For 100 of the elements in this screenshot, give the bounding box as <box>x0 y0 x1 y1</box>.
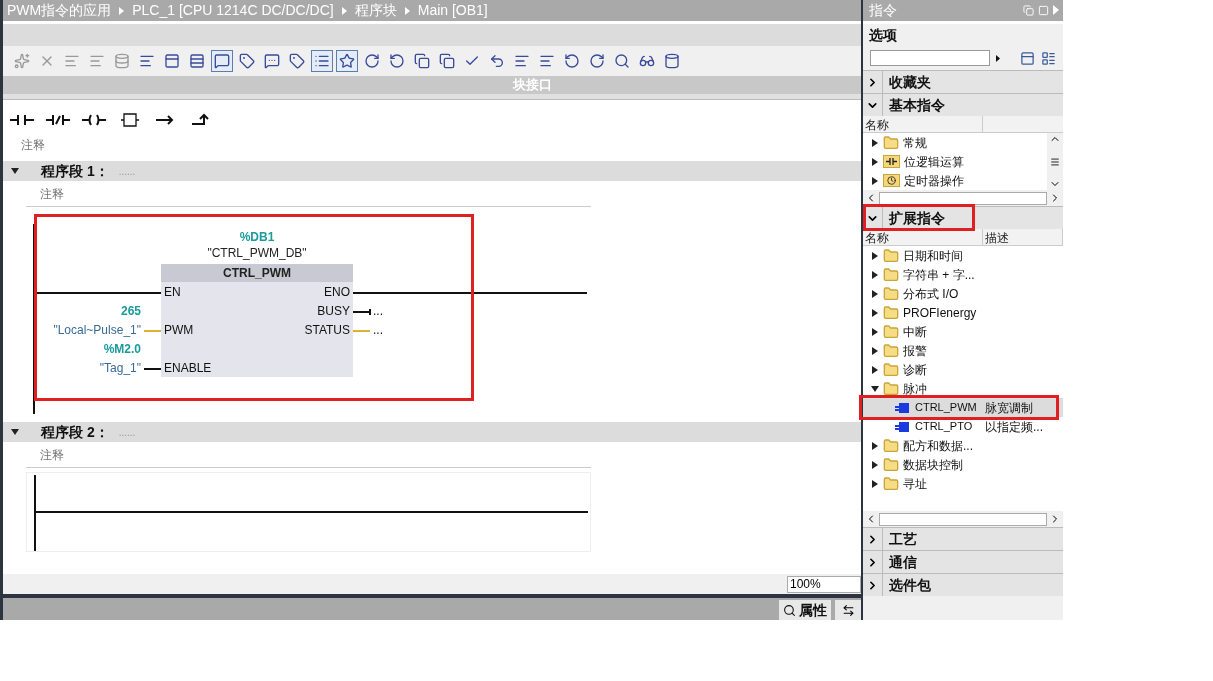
separator-arrow-icon <box>341 6 347 15</box>
horizontal-scrollbar[interactable] <box>863 511 1063 527</box>
expand-icon[interactable] <box>871 251 879 260</box>
list-icon <box>314 53 330 69</box>
wire <box>353 310 370 313</box>
section-header[interactable]: 扩展指令 <box>863 206 1063 229</box>
tree-item[interactable]: 报警 <box>863 341 1063 360</box>
expand-icon[interactable] <box>871 346 879 355</box>
comment-icon <box>264 53 280 69</box>
collapse-icon[interactable] <box>11 428 19 436</box>
expand-icon[interactable] <box>871 365 879 374</box>
list-view-icon[interactable] <box>1041 50 1056 66</box>
item-name: 配方和数据... <box>903 437 973 455</box>
tree-item[interactable]: 脉冲 <box>863 379 1063 398</box>
info-tab[interactable] <box>835 600 861 620</box>
separator-arrow-icon <box>404 6 410 15</box>
section-header[interactable]: 工艺 <box>863 527 1063 550</box>
contact-folder-icon <box>883 155 900 168</box>
section-header[interactable]: 通信 <box>863 550 1063 573</box>
network-title: 程序段 1： <box>41 161 109 181</box>
expand-icon[interactable] <box>871 270 879 279</box>
network-header[interactable]: 程序段 1： ...... <box>3 161 861 181</box>
rotate-icon <box>389 53 405 69</box>
rotate-icon <box>564 53 580 69</box>
tree-item[interactable]: 分布式 I/O <box>863 284 1063 303</box>
tree-item[interactable]: PROFIenergy <box>863 303 1063 322</box>
instance-name: "CTRL_PWM_DB" <box>206 245 308 262</box>
expand-icon[interactable] <box>871 138 879 147</box>
properties-tab[interactable]: 属性 <box>779 600 831 620</box>
expand-icon[interactable] <box>871 441 879 450</box>
expand-icon[interactable] <box>871 327 879 336</box>
tree-item[interactable]: 字符串 + 字... <box>863 265 1063 284</box>
expand-icon[interactable] <box>871 460 879 469</box>
tree-item[interactable]: 定时器操作 <box>863 171 1047 190</box>
tree-item[interactable]: 日期和时间 <box>863 246 1063 265</box>
toolbar-button[interactable] <box>311 50 333 72</box>
comment-field[interactable]: 注释 <box>26 183 591 207</box>
tree-item[interactable]: 中断 <box>863 322 1063 341</box>
expand-icon[interactable] <box>871 479 879 488</box>
operand-address: 265 <box>120 302 141 320</box>
expand-icon[interactable] <box>871 308 879 317</box>
tree-item[interactable]: CTRL_PTO 以指定频... <box>863 417 1063 436</box>
tree-item[interactable]: 常规 <box>863 133 1047 152</box>
folder-icon <box>883 475 899 492</box>
item-name: 分布式 I/O <box>903 285 959 303</box>
collapse-icon[interactable] <box>11 167 19 175</box>
network-canvas[interactable] <box>26 472 591 552</box>
window-icon[interactable] <box>1020 50 1035 66</box>
block-comment[interactable]: 注释 <box>3 135 861 161</box>
arrow-icon[interactable] <box>996 54 1000 62</box>
rotate-icon <box>589 53 605 69</box>
options-label: 选项 <box>868 26 898 45</box>
item-name: 位逻辑运算 <box>904 153 964 171</box>
zoom-field[interactable]: 100% <box>787 575 861 593</box>
tag-icon <box>289 53 305 69</box>
horizontal-scrollbar[interactable] <box>863 190 1063 206</box>
database-icon <box>114 53 130 69</box>
expand-icon[interactable] <box>871 176 879 185</box>
item-name: 报警 <box>903 342 927 360</box>
lines-icon <box>64 53 80 69</box>
tag-icon <box>239 53 255 69</box>
tree-item[interactable]: 诊断 <box>863 360 1063 379</box>
expand-icon[interactable] <box>871 289 879 298</box>
pin-label: PWM <box>164 321 194 339</box>
column-header[interactable]: 描述 <box>983 229 1063 245</box>
sparkle-icon <box>14 53 30 69</box>
section-title: 扩展指令 <box>888 208 945 228</box>
tree-item[interactable]: 配方和数据... <box>863 436 1063 455</box>
toolbar-button[interactable] <box>336 50 358 72</box>
separator-arrow-icon <box>119 6 125 15</box>
folder-icon <box>883 134 899 151</box>
operand-field[interactable]: ... <box>373 320 383 340</box>
tree-item[interactable]: 数据块控制 <box>863 455 1063 474</box>
scroll-thumb-icon[interactable] <box>1050 156 1060 167</box>
expand-icon[interactable] <box>871 157 879 166</box>
item-name: 定时器操作 <box>904 172 964 190</box>
operand-field[interactable]: ... <box>373 301 383 321</box>
section-header[interactable]: 收藏夹 <box>863 70 1063 93</box>
item-name: CTRL_PWM <box>915 400 977 416</box>
item-name: 脉冲 <box>903 380 927 398</box>
network-header[interactable]: 程序段 2： ...... <box>3 422 861 442</box>
rotate-icon <box>364 53 380 69</box>
negated-contact-icon <box>46 113 70 127</box>
tree-item[interactable]: 寻址 <box>863 474 1063 493</box>
search-field[interactable] <box>870 50 990 66</box>
wire <box>144 329 161 332</box>
item-name: 常规 <box>903 134 927 152</box>
section-header[interactable]: 基本指令 <box>863 93 1063 116</box>
collapse-icon[interactable] <box>871 384 879 393</box>
vertical-scrollbar[interactable] <box>1047 133 1063 190</box>
comment-field[interactable]: 注释 <box>26 444 591 468</box>
tree-item[interactable]: 位逻辑运算 <box>863 152 1047 171</box>
folder-icon <box>883 266 899 283</box>
section-header[interactable]: 选件包 <box>863 573 1063 596</box>
column-header[interactable]: 名称 <box>863 229 983 245</box>
toolbar-button[interactable] <box>211 50 233 72</box>
clock-folder-icon <box>883 174 900 187</box>
item-name: 日期和时间 <box>903 247 963 265</box>
window-icon <box>164 53 180 69</box>
block-icon <box>895 402 911 413</box>
